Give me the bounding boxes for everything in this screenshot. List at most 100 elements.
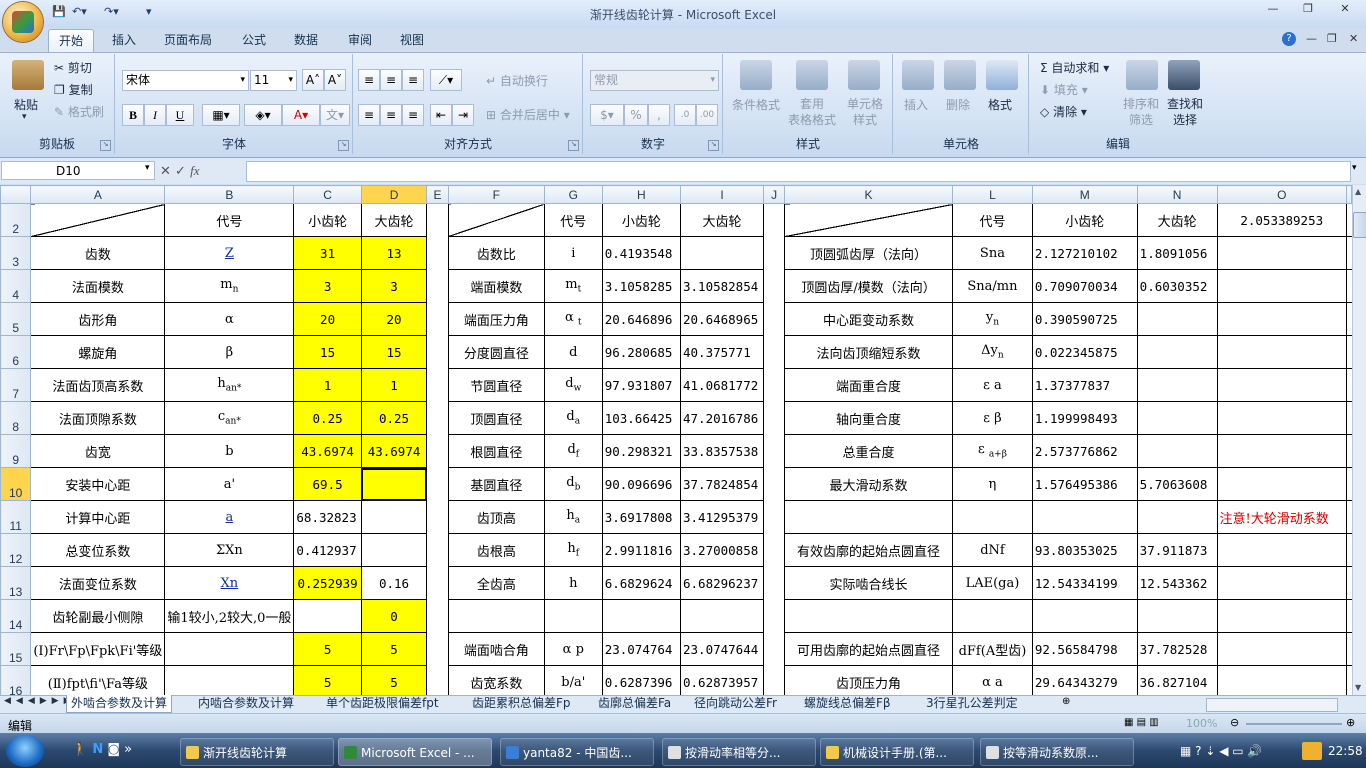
cell-o7[interactable] (1216, 368, 1347, 402)
expand-formula-bar-icon[interactable]: ▾ (1352, 163, 1357, 173)
decrease-decimal-icon[interactable]: .00 (696, 104, 718, 126)
cell-e2[interactable] (426, 203, 449, 237)
cell-j11[interactable] (763, 500, 786, 534)
cell-o8[interactable] (1216, 401, 1347, 435)
grow-font-button[interactable]: A˄ (302, 69, 324, 91)
cell-b3[interactable]: Z (164, 236, 295, 270)
column-header-j[interactable]: J (763, 185, 786, 204)
zoom-out-icon[interactable]: ⊖ (1230, 716, 1239, 729)
cell-i7[interactable]: 41.0681772 (679, 368, 765, 402)
cell-d7[interactable]: 1 (360, 368, 428, 402)
cell-j4[interactable] (763, 269, 786, 303)
increase-indent-icon[interactable]: ⇥ (452, 104, 474, 126)
name-box-dropdown-icon[interactable]: ▾ (145, 163, 150, 173)
cell-e12[interactable] (426, 533, 449, 567)
cell-a14[interactable]: 齿轮副最小侧隙 (30, 599, 166, 633)
find-select-button[interactable]: 查找和 选择 (1164, 96, 1206, 128)
cell-h5[interactable]: 20.646896 (601, 302, 682, 336)
cell-e8[interactable] (426, 401, 449, 435)
cell-k8[interactable]: 轴向重合度 (784, 401, 954, 435)
cell-n13[interactable]: 12.543362 (1136, 566, 1218, 600)
cell-i11[interactable]: 3.41295379 (679, 500, 765, 534)
bold-button[interactable]: B (122, 104, 144, 126)
cell-i14[interactable] (679, 599, 765, 633)
cell-o9[interactable] (1216, 434, 1347, 468)
cell-o15[interactable] (1216, 632, 1347, 666)
tray-icons[interactable]: ▦ ? ⇣ ◀ ▭ 🔊 (1180, 744, 1262, 758)
cell-o3[interactable] (1216, 236, 1347, 270)
cell-e9[interactable] (426, 434, 449, 468)
taskbar-item-6[interactable]: 按等滑动系数原... (980, 738, 1134, 766)
percent-button[interactable]: % (624, 104, 648, 126)
vertical-scroll-thumb[interactable] (1353, 212, 1366, 238)
cell-g11[interactable]: ha (543, 500, 603, 534)
row-header[interactable]: 6 (0, 335, 32, 369)
cell-c14[interactable] (293, 599, 362, 633)
cell-i13[interactable]: 6.68296237 (679, 566, 765, 600)
fx-icon[interactable]: fx (190, 163, 199, 178)
cell-b6[interactable]: β (164, 335, 295, 369)
sort-filter-button[interactable]: 排序和 筛选 (1120, 96, 1162, 128)
cell-l2[interactable]: 代号 (952, 203, 1033, 237)
cell-n14[interactable] (1136, 599, 1218, 633)
cell-k6[interactable]: 法向齿顶缩短系数 (784, 335, 954, 369)
cell-m6[interactable]: 0.022345875 (1031, 335, 1138, 369)
cell-b14[interactable]: 输1较小,2较大,0一般 (164, 599, 295, 633)
office-button[interactable] (3, 2, 43, 42)
cell-m15[interactable]: 92.56584798 (1031, 632, 1138, 666)
name-box[interactable]: D10 (1, 161, 155, 180)
number-launcher-icon[interactable]: ↘ (708, 140, 719, 151)
taskbar-item-4[interactable]: 按滑动率相等分... (662, 738, 816, 766)
cell-m8[interactable]: 1.199998493 (1031, 401, 1138, 435)
cell-l8[interactable]: ε β (952, 401, 1033, 435)
ribbon-close-icon[interactable]: ✕ (1349, 32, 1358, 45)
cell-e16[interactable] (426, 665, 449, 695)
font-name-combo[interactable]: 宋体 ▾ (122, 70, 249, 91)
cell-b10[interactable]: a' (164, 467, 295, 501)
cell-n10[interactable]: 5.7063608 (1136, 467, 1218, 501)
cell-h10[interactable]: 90.096696 (601, 467, 682, 501)
cell-h6[interactable]: 96.280685 (601, 335, 682, 369)
cell-l11[interactable] (952, 500, 1033, 534)
cell-a2[interactable] (30, 203, 166, 237)
cell-d6[interactable]: 15 (360, 335, 428, 369)
cell-j5[interactable] (763, 302, 786, 336)
column-header-d[interactable]: D (360, 185, 428, 204)
autosum-button[interactable]: Σ 自动求和 ▾ (1040, 59, 1109, 76)
fill-color-icon[interactable]: ◈▾ (244, 104, 282, 126)
copy-button[interactable]: ❐ 复制 (54, 81, 93, 98)
tab-page-layout[interactable]: 页面布局 (154, 29, 222, 51)
cell-f5[interactable]: 端面压力角 (447, 302, 545, 336)
cell-a7[interactable]: 法面齿顶高系数 (30, 368, 166, 402)
cell-a3[interactable]: 齿数 (30, 236, 166, 270)
cell-n11[interactable] (1136, 500, 1218, 534)
cell-d2[interactable]: 大齿轮 (360, 203, 428, 237)
cell-e3[interactable] (426, 236, 449, 270)
cell-k15[interactable]: 可用齿廓的起始点圆直径 (784, 632, 954, 666)
zoom-in-icon[interactable]: ⊕ (1346, 716, 1355, 729)
paste-button[interactable]: 粘贴 (14, 96, 38, 113)
cell-a9[interactable]: 齿宽 (30, 434, 166, 468)
cell-m9[interactable]: 2.573776862 (1031, 434, 1138, 468)
cell-j12[interactable] (763, 533, 786, 567)
cell-a13[interactable]: 法面变位系数 (30, 566, 166, 600)
column-header-h[interactable]: H (601, 185, 682, 204)
cell-g8[interactable]: da (543, 401, 603, 435)
row-header[interactable]: 4 (0, 269, 32, 303)
cell-e7[interactable] (426, 368, 449, 402)
ribbon-minimize-icon[interactable]: — (1306, 32, 1317, 45)
cell-i10[interactable]: 37.7824854 (679, 467, 765, 501)
cell-e5[interactable] (426, 302, 449, 336)
cell-h11[interactable]: 3.6917808 (601, 500, 682, 534)
cell-c10[interactable]: 69.5 (293, 467, 362, 501)
cell-h9[interactable]: 90.298321 (601, 434, 682, 468)
cell-n15[interactable]: 37.782528 (1136, 632, 1218, 666)
cell-c9[interactable]: 43.6974 (293, 434, 362, 468)
cell-e14[interactable] (426, 599, 449, 633)
row-header[interactable]: 3 (0, 236, 32, 270)
row-header[interactable]: 10 (0, 467, 32, 501)
italic-button[interactable]: I (144, 104, 166, 126)
cell-n9[interactable] (1136, 434, 1218, 468)
cancel-icon[interactable]: ✕ (160, 164, 171, 179)
cell-m13[interactable]: 12.54334199 (1031, 566, 1138, 600)
